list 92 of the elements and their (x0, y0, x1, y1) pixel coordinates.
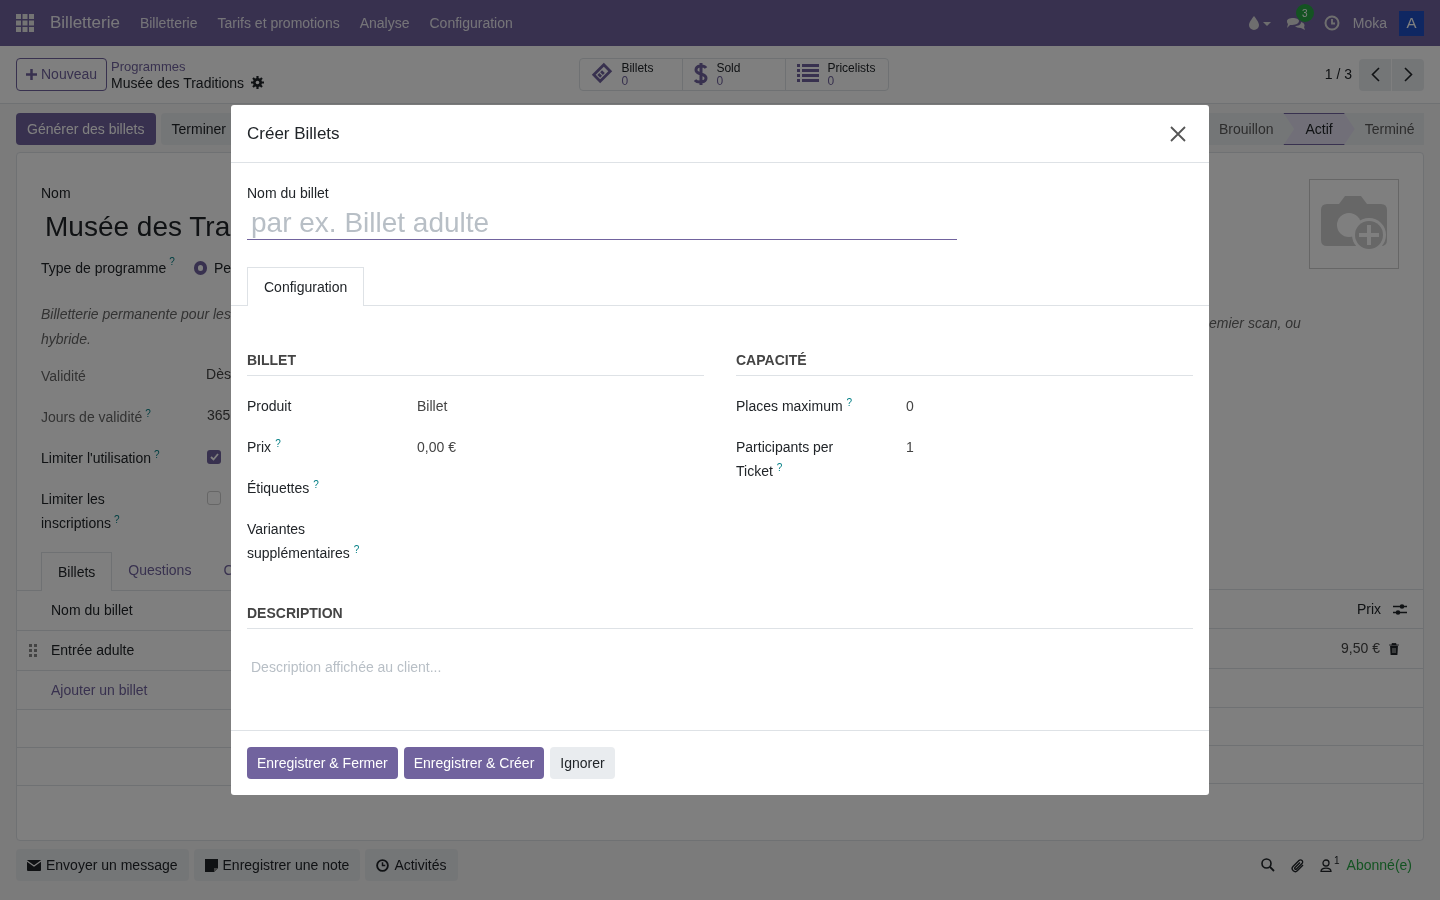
column-header[interactable]: Prix (1356, 598, 1381, 620)
sliders-icon[interactable] (1393, 602, 1407, 616)
chevron-left-icon (1370, 67, 1380, 82)
checkbox[interactable] (207, 491, 221, 505)
field-value: 1 (906, 438, 914, 457)
smart-button[interactable]: Pricelists 0 (785, 58, 890, 91)
clock-icon (376, 858, 390, 872)
record-name-value: Musée des Tra (45, 211, 231, 242)
help-tooltip-mark[interactable]: ? (169, 256, 175, 268)
field-label: Prix $^{?}$ (247, 439, 281, 455)
drag-handle-icon[interactable] (29, 644, 37, 657)
close-icon[interactable] (1170, 125, 1186, 142)
add-line-link[interactable]: Ajouter un billet (51, 679, 148, 701)
chatter-button[interactable]: Envoyer un message (16, 849, 189, 881)
smart-button[interactable]: Billets 0 (579, 58, 684, 91)
plus-icon (26, 69, 37, 80)
stage-button[interactable]: Actif (1283, 113, 1355, 145)
table-cell-text: 9,50 € (1341, 639, 1380, 658)
chatter-button[interactable]: Activités (365, 849, 458, 881)
trash-icon[interactable] (1389, 642, 1399, 655)
description-text: hybride. (41, 330, 92, 349)
field-label: Validité (41, 368, 86, 384)
field-label: Limiter les inscriptions $^{?}$ (41, 491, 120, 531)
new-button[interactable]: Nouveau (16, 58, 108, 91)
field-value: 0,00 € (417, 438, 456, 457)
field-value: Dès (206, 365, 231, 384)
field-label: Jours de validité $^{?}$ (41, 409, 151, 425)
radio-label: Pe (213, 258, 231, 278)
stage-button[interactable]: Brouillon (1209, 113, 1284, 145)
chatter-button[interactable]: Enregistrer une note (193, 849, 361, 881)
field-label: Étiquettes $^{?}$ (247, 480, 319, 496)
section-heading: DESCRIPTION (247, 605, 343, 621)
app-name-link[interactable]: Billetterie (50, 10, 120, 36)
dialog-tab[interactable]: Configuration (247, 267, 365, 306)
description-text: Billetterie permanente pour les (41, 305, 231, 324)
navbar-menu-item[interactable]: Analyse (359, 12, 410, 34)
chat-count-badge: 3 (1295, 4, 1314, 22)
dollar-icon (694, 62, 709, 86)
stage-button[interactable]: Terminé (1354, 113, 1425, 145)
field-label: Type de programme (41, 258, 167, 278)
droplet-dropdown-icon[interactable] (1247, 16, 1272, 30)
column-header[interactable]: Nom du billet (51, 600, 133, 621)
description-input[interactable]: Description affichée au client... (247, 656, 1193, 678)
dialog-button[interactable]: Enregistrer & Fermer (247, 747, 398, 779)
navbar-menu-item[interactable]: Billetterie (139, 12, 198, 34)
settings-icon[interactable] (251, 76, 265, 89)
form-tab[interactable]: Billets (41, 552, 113, 591)
ticket-icon (591, 62, 614, 84)
form-tab[interactable]: Questions (112, 551, 208, 590)
field-label: Places maximum $^{?}$ (736, 398, 853, 414)
dialog-button[interactable]: Ignorer (550, 747, 615, 779)
dialog-button[interactable]: Enregistrer & Créer (403, 747, 545, 779)
section-heading: CAPACITÉ (736, 352, 807, 368)
clock-icon[interactable] (1323, 15, 1340, 31)
follow-status-button[interactable]: Abonné(e) (1346, 854, 1412, 876)
apps-menu-icon[interactable] (16, 14, 34, 32)
search-icon[interactable] (1261, 858, 1276, 872)
record-title: Musée des Traditions (111, 74, 245, 91)
user-icon[interactable] (1320, 858, 1333, 872)
next-button[interactable] (1392, 58, 1424, 91)
field-value: 365 (207, 406, 231, 425)
chat-bubbles-icon[interactable] (1285, 15, 1306, 31)
section-heading: BILLET (247, 352, 296, 368)
description-text: emier scan, ou (1209, 314, 1302, 333)
action-button[interactable]: Générer des billets (16, 113, 156, 145)
radio-button[interactable] (193, 261, 207, 275)
field-label: Variantes supplémentaires $^{?}$ (247, 521, 360, 561)
navbar-menu-item[interactable]: Tarifs et promotions (217, 12, 340, 34)
user-avatar[interactable]: A (1399, 10, 1424, 36)
field-label: Limiter l'utilisation $^{?}$ (41, 450, 160, 466)
field-label: Produit (247, 398, 292, 414)
dialog-title: Créer Billets (247, 122, 341, 145)
checkbox[interactable] (207, 450, 221, 464)
field-label: Nom du billet (247, 185, 329, 201)
list-icon (797, 62, 820, 82)
ticket-name-input[interactable]: par ex. Billet adulte (247, 206, 957, 240)
smart-button[interactable]: Sold 0 (682, 58, 787, 91)
company-name[interactable]: Moka (1352, 12, 1387, 34)
table-cell-text: Entrée adulte (51, 641, 135, 660)
envelope-icon (27, 859, 41, 871)
field-value: Billet (417, 397, 448, 416)
field-label: Nom (41, 185, 71, 201)
paperclip-icon[interactable] (1291, 857, 1306, 873)
breadcrumb-link[interactable]: Programmes (111, 58, 265, 75)
field-label: Participants per Ticket $^{?}$ (736, 439, 834, 479)
follower-count: 1 (1334, 855, 1340, 867)
previous-button[interactable] (1359, 58, 1391, 91)
chevron-right-icon (1403, 67, 1413, 82)
field-value: 0 (906, 397, 914, 416)
pager-counter: 1 / 3 (1324, 65, 1352, 84)
navbar-menu-item[interactable]: Configuration (429, 12, 513, 34)
note-icon (204, 858, 218, 872)
